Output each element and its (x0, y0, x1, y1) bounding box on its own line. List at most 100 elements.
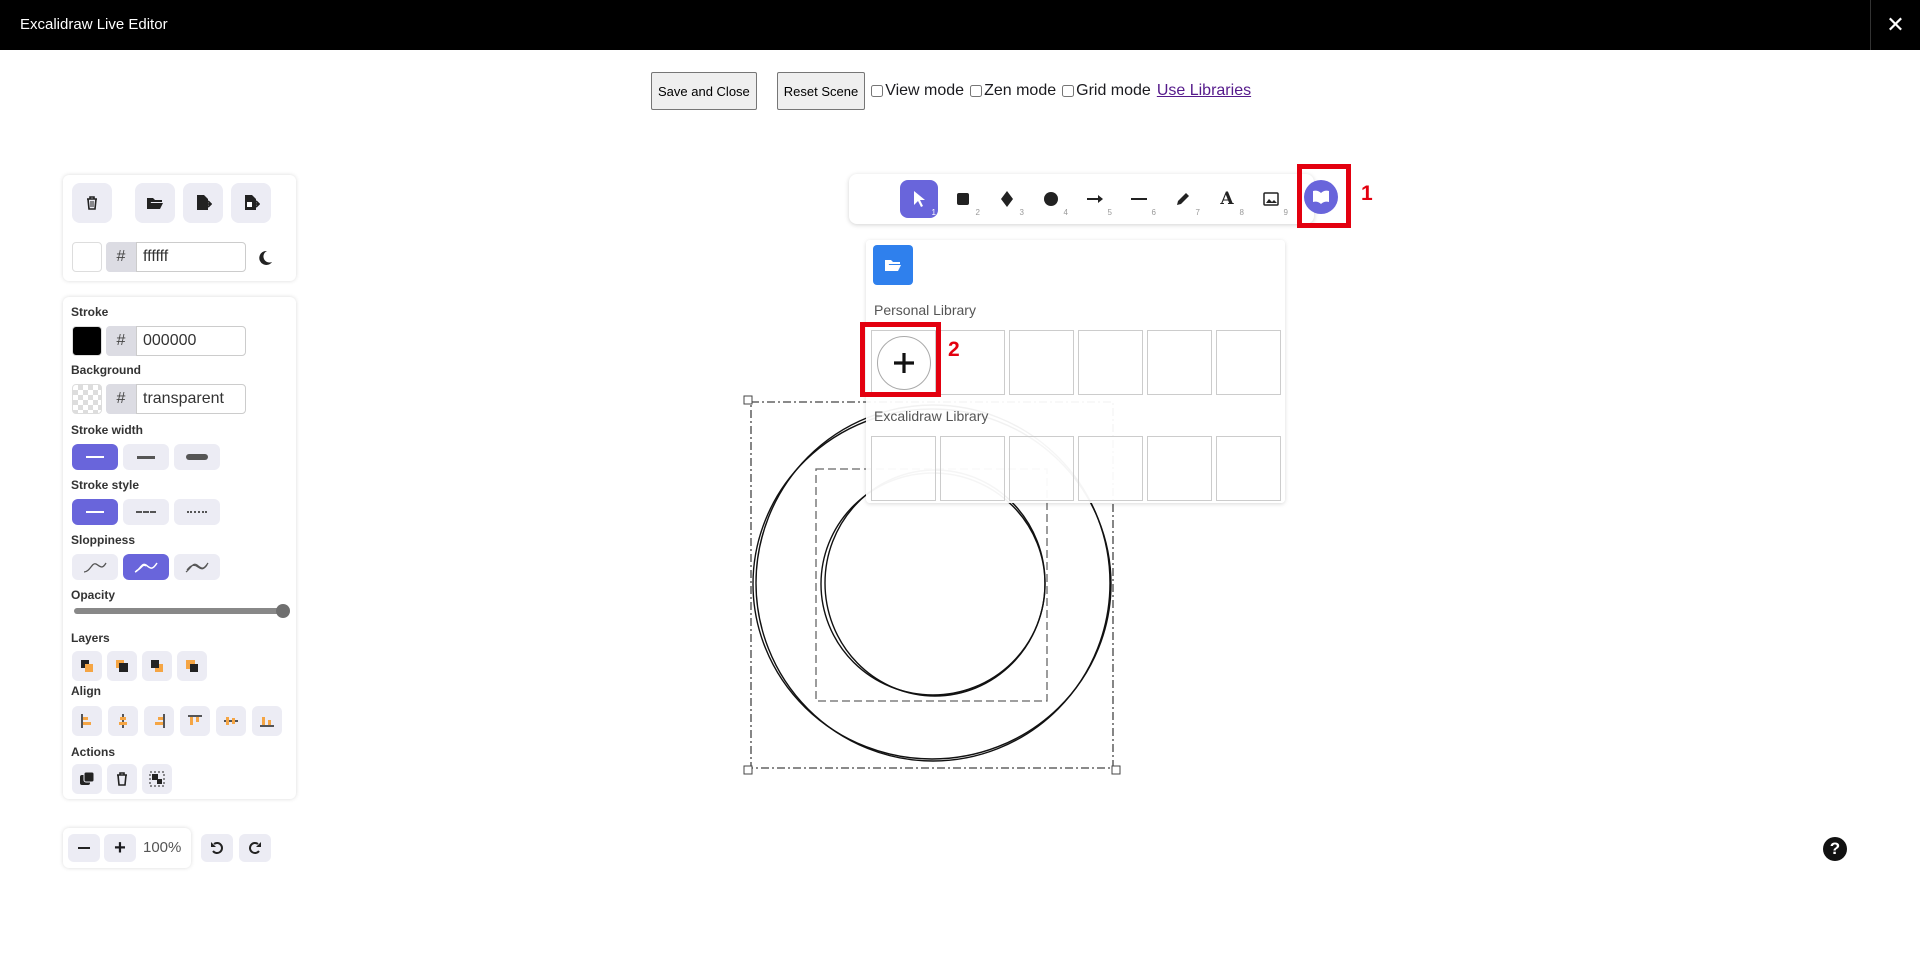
dark-mode-toggle[interactable] (252, 245, 278, 271)
group-button[interactable] (142, 764, 172, 794)
tool-image[interactable]: 9 (1252, 180, 1290, 218)
tool-selection[interactable]: 1 (900, 180, 938, 218)
zoom-level[interactable]: 100% (143, 839, 181, 856)
excalidraw-library-title: Excalidraw Library (874, 408, 989, 424)
zoom-in-button[interactable]: + (104, 834, 136, 862)
background-label: Background (71, 363, 142, 377)
send-backward-button[interactable] (107, 651, 137, 681)
align-center-h-icon (119, 714, 127, 728)
align-center-v-button[interactable] (216, 706, 246, 736)
library-slot[interactable] (1009, 330, 1074, 395)
annotation-number-2: 2 (948, 338, 960, 361)
layers-label: Layers (71, 631, 110, 645)
question-icon: ? (1829, 839, 1841, 858)
undo-button[interactable] (201, 834, 233, 862)
stroke-width-thin[interactable] (72, 444, 118, 470)
library-slot[interactable] (1078, 436, 1143, 501)
background-color-input[interactable]: transparent (136, 384, 246, 414)
canvas-panel: # ffffff (63, 175, 296, 281)
bring-forward-icon (151, 660, 163, 672)
canvas-bg-input[interactable]: ffffff (136, 242, 246, 272)
duplicate-icon (80, 771, 95, 785)
align-top-button[interactable] (180, 706, 210, 736)
library-slot[interactable] (1078, 330, 1143, 395)
resize-handle-br (1111, 765, 1121, 775)
trash-icon (87, 196, 97, 210)
stroke-color-swatch[interactable] (72, 326, 102, 356)
bring-to-front-button[interactable] (177, 651, 207, 681)
tool-ellipse[interactable]: 4 (1032, 180, 1070, 218)
group-icon (149, 771, 165, 787)
tool-draw[interactable]: 7 (1164, 180, 1202, 218)
tool-key: 5 (1107, 208, 1112, 217)
duplicate-button[interactable] (72, 764, 102, 794)
export-image-button[interactable] (231, 183, 271, 223)
align-right-icon (155, 714, 165, 728)
help-button[interactable]: ? (1823, 837, 1847, 861)
trash-icon (117, 772, 127, 786)
library-slot[interactable] (940, 436, 1005, 501)
stroke-style-dotted[interactable] (174, 499, 220, 525)
open-button[interactable] (135, 183, 175, 223)
shape-toolbar: 1 2 3 4 5 6 7 A 8 9 (849, 174, 1314, 224)
tool-text[interactable]: A 8 (1208, 180, 1246, 218)
stroke-width-bold[interactable] (123, 444, 169, 470)
library-slot[interactable] (1216, 330, 1281, 395)
align-top-icon (188, 715, 202, 725)
align-center-v-icon (224, 717, 238, 725)
annotation-box-1 (1297, 164, 1351, 228)
library-slot[interactable] (1147, 330, 1212, 395)
align-left-button[interactable] (72, 706, 102, 736)
align-center-h-button[interactable] (108, 706, 138, 736)
send-to-back-icon (81, 660, 93, 672)
canvas-bg-swatch[interactable] (72, 242, 102, 272)
library-slot[interactable] (1009, 436, 1074, 501)
stroke-style-dashed[interactable] (123, 499, 169, 525)
zoom-out-button[interactable] (68, 834, 100, 862)
library-slot[interactable] (1147, 436, 1212, 501)
opacity-slider[interactable] (74, 604, 290, 618)
pencil-icon (1177, 193, 1189, 205)
align-right-button[interactable] (144, 706, 174, 736)
tool-key: 3 (1019, 208, 1024, 217)
bring-forward-button[interactable] (142, 651, 172, 681)
artist-icon (134, 562, 158, 573)
folder-open-icon (885, 260, 901, 271)
annotation-box-2 (860, 322, 941, 397)
tool-rectangle[interactable]: 2 (944, 180, 982, 218)
actions-label: Actions (71, 745, 116, 759)
sloppiness-artist[interactable] (123, 554, 169, 580)
stroke-style-solid[interactable] (72, 499, 118, 525)
delete-button[interactable] (107, 764, 137, 794)
opacity-label: Opacity (71, 588, 116, 602)
sloppiness-cartoonist[interactable] (174, 554, 220, 580)
align-bottom-button[interactable] (252, 706, 282, 736)
tool-key: 8 (1239, 208, 1244, 217)
library-slot[interactable] (1216, 436, 1281, 501)
redo-button[interactable] (239, 834, 271, 862)
clear-canvas-button[interactable] (72, 183, 112, 223)
resize-handle-tl (743, 395, 753, 405)
tool-key: 1 (931, 208, 936, 217)
sloppiness-label: Sloppiness (71, 533, 136, 547)
hash-label: # (106, 242, 136, 272)
sloppiness-architect[interactable] (72, 554, 118, 580)
tool-arrow[interactable]: 5 (1076, 180, 1114, 218)
cartoonist-icon (185, 562, 209, 573)
tool-key: 7 (1195, 208, 1200, 217)
export-button[interactable] (183, 183, 223, 223)
annotation-number-1: 1 (1361, 182, 1373, 205)
library-slot[interactable] (871, 436, 936, 501)
stroke-width-extra-bold[interactable] (174, 444, 220, 470)
background-color-swatch[interactable] (72, 384, 102, 414)
send-to-back-button[interactable] (72, 651, 102, 681)
load-library-button[interactable] (873, 245, 913, 285)
stroke-width-label: Stroke width (71, 423, 144, 437)
minus-icon (78, 847, 90, 849)
opacity-slider-thumb[interactable] (276, 604, 290, 618)
tool-diamond[interactable]: 3 (988, 180, 1026, 218)
tool-line[interactable]: 6 (1120, 180, 1158, 218)
text-icon: A (1220, 189, 1234, 209)
tool-key: 4 (1063, 208, 1068, 217)
stroke-color-input[interactable]: 000000 (136, 326, 246, 356)
